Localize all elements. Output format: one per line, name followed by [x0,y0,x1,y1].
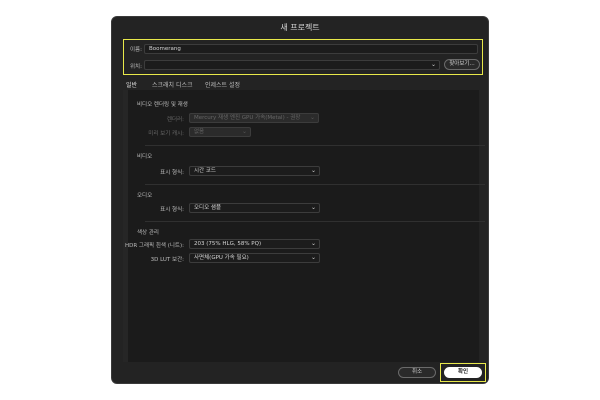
hdr-white-dropdown[interactable]: 203 (75% HLG, 58% PQ) ⌄ [189,239,320,249]
chevron-down-icon: ⌄ [310,240,316,247]
chevron-down-icon: ⌄ [241,128,247,135]
video-display-format-value: 시간 코드 [194,168,216,174]
preview-cache-value: 없음 [194,129,205,135]
tab-ingest-settings[interactable]: 인제스트 설정 [205,80,240,89]
section-video-rendering-title: 비디오 렌더링 및 재생 [137,102,188,108]
chevron-down-icon: ⌄ [310,254,316,261]
audio-display-format-dropdown[interactable]: 오디오 샘플 ⌄ [189,203,320,213]
lut-interpolation-value: 사면체(GPU 가속 필요) [194,255,249,261]
location-dropdown[interactable]: ⌄ [144,60,440,70]
renderer-dropdown[interactable]: Mercury 재생 엔진 GPU 가속(Metal) - 권장 ⌄ [189,113,319,123]
chevron-down-icon: ⌄ [310,204,316,211]
new-project-dialog: 새 프로젝트 이름: Boomerang 위치: ⌄ 찾아보기... 일반 스크… [111,16,489,384]
divider [145,221,485,222]
ok-button[interactable]: 확인 [444,367,482,378]
preview-cache-label: 미리 보기 캐시: [148,131,184,137]
name-label: 이름: [130,47,142,53]
location-label: 위치: [130,64,142,70]
general-panel: 비디오 렌더링 및 재생 렌더러: Mercury 재생 엔진 GPU 가속(M… [123,90,485,362]
video-display-format-dropdown[interactable]: 시간 코드 ⌄ [189,166,320,176]
preview-cache-dropdown[interactable]: 없음 ⌄ [189,127,251,137]
dialog-title: 새 프로젝트 [280,23,320,32]
hdr-white-value: 203 (75% HLG, 58% PQ) [194,241,262,247]
lut-interpolation-dropdown[interactable]: 사면체(GPU 가속 필요) ⌄ [189,253,320,263]
section-video-title: 비디오 [137,154,153,160]
divider [145,145,485,146]
browse-button[interactable]: 찾아보기... [444,59,480,70]
section-audio-title: 오디오 [137,193,153,199]
tab-scratch-disks[interactable]: 스크래치 디스크 [152,80,193,89]
lut-interpolation-label: 3D LUT 보간: [150,257,184,263]
section-color-title: 색상 관리 [137,230,159,236]
audio-display-format-value: 오디오 샘플 [194,205,222,211]
hdr-white-label: HDR 그래픽 흰색 (니트): [124,243,184,249]
video-display-format-label: 표시 형식: [160,170,184,176]
chevron-down-icon: ⌄ [309,114,315,121]
renderer-label: 렌더러: [166,117,184,123]
name-input[interactable]: Boomerang [144,44,478,54]
chevron-down-icon: ⌄ [430,61,436,68]
divider [145,184,485,185]
audio-display-format-label: 표시 형식: [160,207,184,213]
chevron-down-icon: ⌄ [310,167,316,174]
cancel-button[interactable]: 취소 [398,367,436,378]
renderer-value: Mercury 재생 엔진 GPU 가속(Metal) - 권장 [194,115,301,121]
